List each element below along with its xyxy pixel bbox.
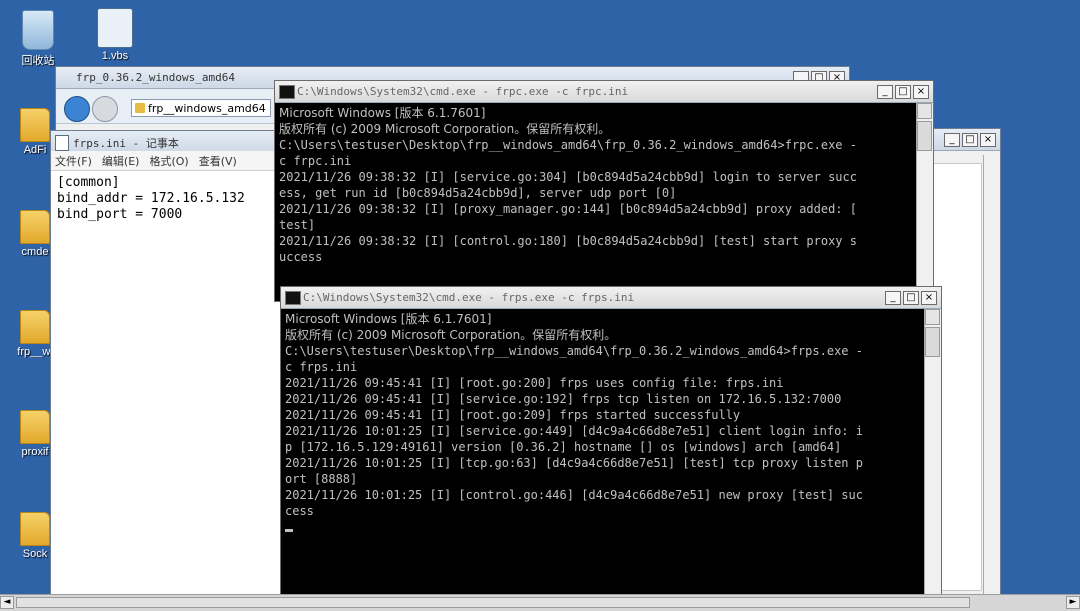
address-path: frp__windows_amd64	[148, 102, 266, 115]
editor-line: [common]	[57, 175, 120, 190]
console-line: 2021/11/26 10:01:25 [I] [service.go:449]…	[285, 424, 863, 438]
notepad-menubar: 文件(F) 编辑(E) 格式(O) 查看(V)	[51, 151, 283, 171]
maximize-button[interactable]: □	[895, 85, 911, 99]
console-icon	[279, 85, 295, 99]
console-line: 版权所有 (c) 2009 Microsoft Corporation。保留所有…	[285, 328, 617, 342]
window-title: C:\Windows\System32\cmd.exe - frpc.exe -…	[297, 85, 629, 98]
notepad-editor[interactable]: [common] bind_addr = 172.16.5.132 bind_p…	[51, 171, 283, 599]
close-button[interactable]: ×	[913, 85, 929, 99]
desktop-icon-script[interactable]: 1.vbs	[80, 8, 150, 62]
console-line: 2021/11/26 09:38:32 [I] [control.go:180]…	[279, 234, 857, 248]
minimize-button[interactable]: _	[877, 85, 893, 99]
console-line: 2021/11/26 09:38:32 [I] [proxy_manager.g…	[279, 202, 857, 216]
scroll-thumb[interactable]	[925, 327, 940, 357]
address-bar[interactable]: frp__windows_amd64	[131, 99, 271, 117]
console-line: ess, get run id [b0c894d5a24cbb9d], serv…	[279, 186, 677, 200]
console-line: C:\Users\testuser\Desktop\frp__windows_a…	[285, 344, 863, 358]
console-icon	[285, 291, 301, 305]
scroll-thumb[interactable]	[917, 121, 932, 151]
desktop-icon-label: 1.vbs	[101, 50, 129, 62]
notepad-titlebar[interactable]: frps.ini - 记事本	[51, 131, 283, 153]
menu-view[interactable]: 查看(V)	[199, 153, 237, 169]
folder-icon	[135, 103, 145, 113]
window-controls: _ □ ×	[877, 85, 929, 99]
console-line: 2021/11/26 09:45:41 [I] [root.go:209] fr…	[285, 408, 741, 422]
window-title: frp_0.36.2_windows_amd64	[76, 71, 235, 84]
editor-line: bind_addr = 172.16.5.132	[57, 191, 245, 206]
scrollbar[interactable]	[916, 103, 933, 301]
console-output: Microsoft Windows [版本 6.1.7601] 版权所有 (c)…	[283, 309, 925, 595]
folder-icon	[20, 108, 50, 142]
cmd-window-frpc[interactable]: C:\Windows\System32\cmd.exe - frpc.exe -…	[274, 80, 934, 302]
scroll-right-button[interactable]: ►	[1066, 596, 1080, 609]
console-line: Microsoft Windows [版本 6.1.7601]	[279, 106, 486, 120]
notepad-icon	[55, 135, 69, 151]
scroll-up-button[interactable]	[917, 103, 932, 119]
script-icon	[97, 8, 133, 48]
horizontal-scroll-thumb[interactable]	[16, 597, 970, 608]
minimize-button[interactable]: _	[885, 291, 901, 305]
folder-icon	[20, 410, 50, 444]
console-line: 2021/11/26 10:01:25 [I] [tcp.go:63] [d4c…	[285, 456, 863, 470]
console-line: ort [8888]	[285, 472, 358, 486]
console-line: uccess	[279, 250, 323, 264]
window-title: frps.ini - 记事本	[73, 137, 179, 150]
console-line: test]	[279, 218, 316, 232]
console-line: c frps.ini	[285, 360, 358, 374]
scrollbar[interactable]	[983, 155, 1000, 595]
minimize-button[interactable]: _	[944, 133, 960, 147]
close-button[interactable]: ×	[980, 133, 996, 147]
maximize-button[interactable]: □	[903, 291, 919, 305]
console-line: 版权所有 (c) 2009 Microsoft Corporation。保留所有…	[279, 122, 611, 136]
desktop: 回收站 1.vbs AdFi cmde frp__wi proxif Sock …	[0, 0, 1080, 611]
back-button[interactable]	[64, 96, 90, 122]
console-line: 2021/11/26 09:45:41 [I] [root.go:200] fr…	[285, 376, 784, 390]
cmd-titlebar[interactable]: C:\Windows\System32\cmd.exe - frps.exe -…	[281, 287, 941, 309]
cmd-window-frps[interactable]: C:\Windows\System32\cmd.exe - frps.exe -…	[280, 286, 942, 596]
cmd-titlebar[interactable]: C:\Windows\System32\cmd.exe - frpc.exe -…	[275, 81, 933, 103]
close-button[interactable]: ×	[921, 291, 937, 305]
text-cursor	[285, 529, 293, 532]
console-line: Microsoft Windows [版本 6.1.7601]	[285, 312, 492, 326]
scroll-left-button[interactable]: ◄	[0, 596, 14, 609]
console-line: 2021/11/26 10:01:25 [I] [control.go:446]…	[285, 488, 863, 502]
console-line: c frpc.ini	[279, 154, 352, 168]
notepad-window[interactable]: frps.ini - 记事本 文件(F) 编辑(E) 格式(O) 查看(V) […	[50, 130, 284, 600]
console-line: 2021/11/26 09:38:32 [I] [service.go:304]…	[279, 170, 857, 184]
forward-button[interactable]	[92, 96, 118, 122]
recycle-bin-icon	[22, 10, 54, 50]
console-line: 2021/11/26 09:45:41 [I] [service.go:192]…	[285, 392, 842, 406]
window-title: C:\Windows\System32\cmd.exe - frps.exe -…	[303, 291, 635, 304]
menu-file[interactable]: 文件(F)	[55, 153, 92, 169]
scroll-up-button[interactable]	[925, 309, 940, 325]
folder-icon	[20, 310, 50, 344]
editor-line: bind_port = 7000	[57, 207, 183, 222]
console-line: C:\Users\testuser\Desktop\frp__windows_a…	[279, 138, 857, 152]
console-line: p [172.16.5.129:49161] version [0.36.2] …	[285, 440, 842, 454]
desktop-icon-recycle-bin[interactable]: 回收站	[3, 10, 73, 68]
scrollbar[interactable]	[924, 309, 941, 595]
console-output: Microsoft Windows [版本 6.1.7601] 版权所有 (c)…	[277, 103, 917, 301]
maximize-button[interactable]: □	[962, 133, 978, 147]
console-line: cess	[285, 504, 314, 518]
window-controls: _ □ ×	[944, 133, 996, 147]
window-controls: _ □ ×	[885, 291, 937, 305]
menu-edit[interactable]: 编辑(E)	[102, 153, 140, 169]
folder-icon	[20, 210, 50, 244]
menu-format[interactable]: 格式(O)	[149, 153, 188, 169]
horizontal-scrollbar[interactable]: ◄ ►	[0, 594, 1080, 611]
folder-icon	[20, 512, 50, 546]
